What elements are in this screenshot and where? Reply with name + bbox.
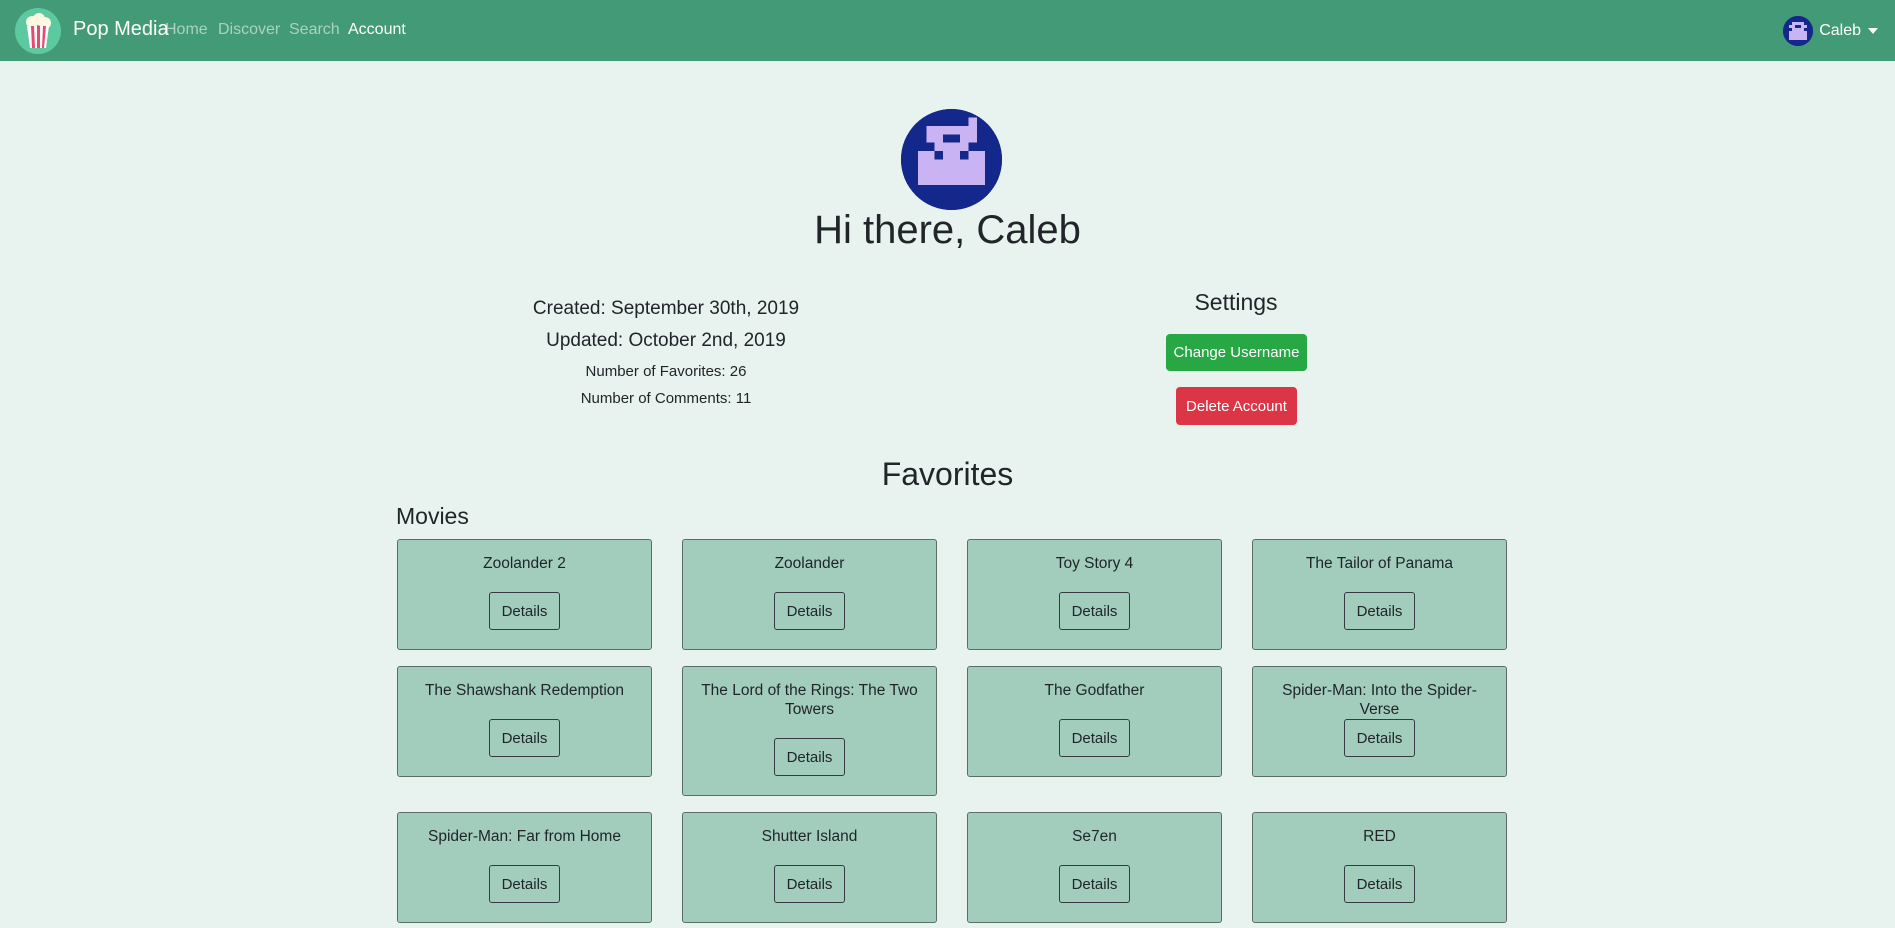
movie-card: Toy Story 4 Details [967,539,1222,650]
pixel-avatar-icon [1783,16,1814,46]
nav-link-search[interactable]: Search [289,21,340,39]
favorites-heading: Favorites [881,456,1014,492]
movie-title: Se7en [1072,828,1117,845]
movie-card: The Godfather Details [967,666,1222,777]
movie-card: Zoolander Details [682,539,937,650]
user-name: Caleb [1819,22,1861,39]
details-button[interactable]: Details [774,592,845,630]
details-button[interactable]: Details [1344,865,1415,903]
details-button[interactable]: Details [1059,865,1130,903]
profile-avatar [901,109,1002,210]
created-date: Created: September 30th, 2019 [532,298,800,319]
details-button[interactable]: Details [774,738,845,776]
user-menu-dropdown[interactable]: Caleb [1783,15,1878,47]
movie-title: The Lord of the Rings: The Two Towers [701,682,918,718]
movie-card: Spider-Man: Into the Spider-Verse Detail… [1252,666,1507,777]
movie-title: Toy Story 4 [1055,555,1134,572]
movie-title: RED [1363,828,1396,845]
movie-card: Se7en Details [967,812,1222,923]
movie-card: The Tailor of Panama Details [1252,539,1507,650]
details-button[interactable]: Details [1344,592,1415,630]
brand-name[interactable]: Pop Media [73,18,169,41]
movie-title: The Tailor of Panama [1305,555,1454,572]
pixel-avatar-icon [901,109,1002,210]
movie-card: Spider-Man: Far from Home Details [397,812,652,923]
nav-link-account[interactable]: Account [348,21,406,39]
nav-link-discover[interactable]: Discover [218,21,280,39]
nav-link-home[interactable]: Home [165,21,208,39]
caret-down-icon [1868,28,1878,34]
settings-heading: Settings [1194,289,1278,315]
details-button[interactable]: Details [1344,719,1415,757]
greeting-heading: Hi there, Caleb [814,208,1081,252]
updated-date: Updated: October 2nd, 2019 [546,330,786,351]
movie-title: Zoolander [774,555,845,572]
delete-account-button[interactable]: Delete Account [1176,387,1297,425]
details-button[interactable]: Details [489,865,560,903]
popcorn-icon[interactable] [15,8,61,54]
movies-heading: Movies [396,503,469,529]
movie-title: Shutter Island [761,828,858,845]
favorites-count: Number of Favorites: 26 [585,363,747,380]
movie-card: The Shawshank Redemption Details [397,666,652,777]
top-navbar: Pop Media Home Discover Search Account C… [0,0,1895,61]
change-username-button[interactable]: Change Username [1166,334,1307,371]
details-button[interactable]: Details [1059,719,1130,757]
details-button[interactable]: Details [489,592,560,630]
details-button[interactable]: Details [774,865,845,903]
details-button[interactable]: Details [489,719,560,757]
movie-title: Zoolander 2 [483,555,566,572]
movie-card: RED Details [1252,812,1507,923]
movie-card: The Lord of the Rings: The Two Towers De… [682,666,937,796]
movie-card: Zoolander 2 Details [397,539,652,650]
movie-title: The Godfather [1044,682,1145,699]
movie-card: Shutter Island Details [682,812,937,923]
details-button[interactable]: Details [1059,592,1130,630]
movie-title: Spider-Man: Far from Home [428,828,621,845]
movie-title: The Shawshank Redemption [424,682,625,699]
movie-title: Spider-Man: Into the Spider-Verse [1282,682,1477,718]
comments-count: Number of Comments: 11 [580,390,752,407]
